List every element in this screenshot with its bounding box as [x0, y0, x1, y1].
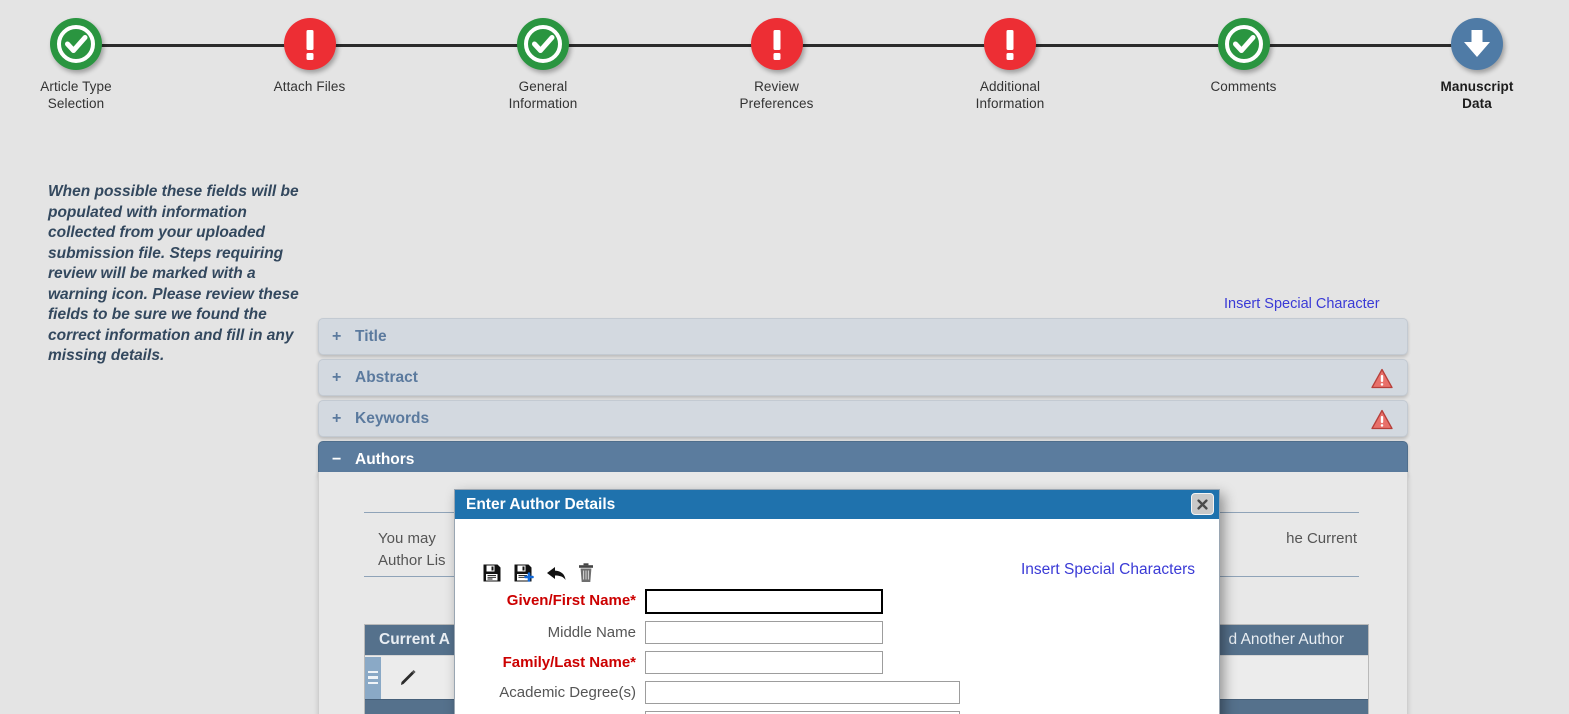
insert-special-character-link[interactable]: Insert Special Character [1224, 296, 1380, 312]
exclamation-circle-icon[interactable] [750, 18, 803, 70]
main-content: When possible these fields will be popul… [0, 132, 1569, 714]
authors-blurb-line1: You may [378, 530, 436, 547]
field-row-academic-degrees: Academic Degree(s) [455, 681, 960, 704]
delete-trash-icon[interactable] [578, 563, 594, 583]
modal-title: Enter Author Details [466, 495, 616, 513]
stepper-step-label: Additional Information [975, 79, 1045, 111]
accordion-label: Abstract [355, 368, 418, 386]
stepper-step-7[interactable]: Manuscript Data [1402, 18, 1552, 112]
stepper-step-5[interactable]: Additional Information [935, 18, 1085, 112]
progress-stepper: Article Type Selection Attach Files General… [0, 0, 1569, 132]
stepper-step-label: Attach Files [273, 79, 346, 94]
stepper-step-6[interactable]: Comments [1169, 18, 1319, 95]
stepper-step-2[interactable]: Attach Files [235, 18, 385, 95]
plus-icon: + [332, 327, 342, 345]
stepper-step-label: Review Preferences [739, 79, 814, 111]
middle-name-input[interactable] [645, 621, 883, 644]
family-last-name-label: Family/Last Name* [502, 654, 636, 671]
given-first-name-label: Given/First Name* [506, 592, 636, 609]
authors-blurb-line2: Author Lis [378, 552, 446, 569]
accordion-header-abstract[interactable]: + Abstract [318, 359, 1408, 396]
accordion-header-keywords[interactable]: + Keywords [318, 400, 1408, 437]
modal-toolbar [482, 563, 594, 583]
stepper-step-label: Comments [1210, 79, 1277, 94]
stepper-step-label: Manuscript Data [1440, 79, 1514, 111]
warning-triangle-icon [1371, 409, 1393, 435]
accordion-header-title[interactable]: + Title [318, 318, 1408, 355]
save-icon[interactable] [482, 563, 502, 583]
manuscript-data-accordion: + Title + Abstract + Keywords − Authors [318, 318, 1408, 482]
check-circle-icon[interactable] [1217, 18, 1270, 70]
middle-name-label: Middle Name [547, 624, 636, 641]
stepper-step-4[interactable]: Review Preferences [702, 18, 852, 112]
academic-degrees-input[interactable] [645, 681, 960, 704]
arrow-down-circle-icon[interactable] [1451, 18, 1503, 70]
close-icon[interactable] [1191, 493, 1214, 515]
warning-triangle-icon [1371, 368, 1393, 394]
plus-icon: + [332, 409, 342, 427]
modal-titlebar[interactable]: Enter Author Details [455, 490, 1219, 519]
check-circle-icon[interactable] [517, 18, 569, 70]
exclamation-circle-icon[interactable] [283, 18, 336, 70]
plus-icon: + [332, 368, 342, 386]
check-circle-icon[interactable] [50, 18, 102, 70]
field-row-middle-name: Middle Name [455, 621, 883, 644]
accordion-label: Title [355, 327, 387, 345]
plus-icon: + [383, 710, 395, 714]
stepper-step-label: Article Type Selection [40, 79, 112, 111]
accordion-label: Authors [355, 450, 415, 468]
family-last-name-input[interactable] [645, 651, 883, 674]
save-add-icon[interactable] [513, 563, 535, 583]
drag-handle-icon[interactable] [365, 656, 381, 699]
field-row-family-last-name: Family/Last Name* [455, 651, 883, 674]
stepper-step-label: General Information [508, 79, 578, 111]
edit-pencil-icon[interactable] [397, 667, 419, 689]
exclamation-circle-icon[interactable] [984, 18, 1036, 70]
accordion-label: Keywords [355, 409, 430, 427]
undo-back-icon[interactable] [546, 564, 567, 583]
field-row-given-first-name: Given/First Name* [455, 589, 883, 614]
authors-blurb-tail: he Current [1286, 530, 1357, 547]
given-first-name-input[interactable] [645, 589, 883, 614]
modal-body: Insert Special Characters Given/First Na… [455, 519, 1219, 714]
stepper-step-3[interactable]: General Information [468, 18, 618, 112]
instructions-note: When possible these fields will be popul… [48, 183, 299, 364]
insert-special-characters-link[interactable]: Insert Special Characters [1021, 561, 1195, 579]
stepper-step-1[interactable]: Article Type Selection [1, 18, 151, 112]
minus-icon: − [332, 450, 342, 468]
academic-degrees-label: Academic Degree(s) [499, 684, 636, 701]
enter-author-details-modal: Enter Author Details Insert Special Char… [454, 489, 1220, 714]
